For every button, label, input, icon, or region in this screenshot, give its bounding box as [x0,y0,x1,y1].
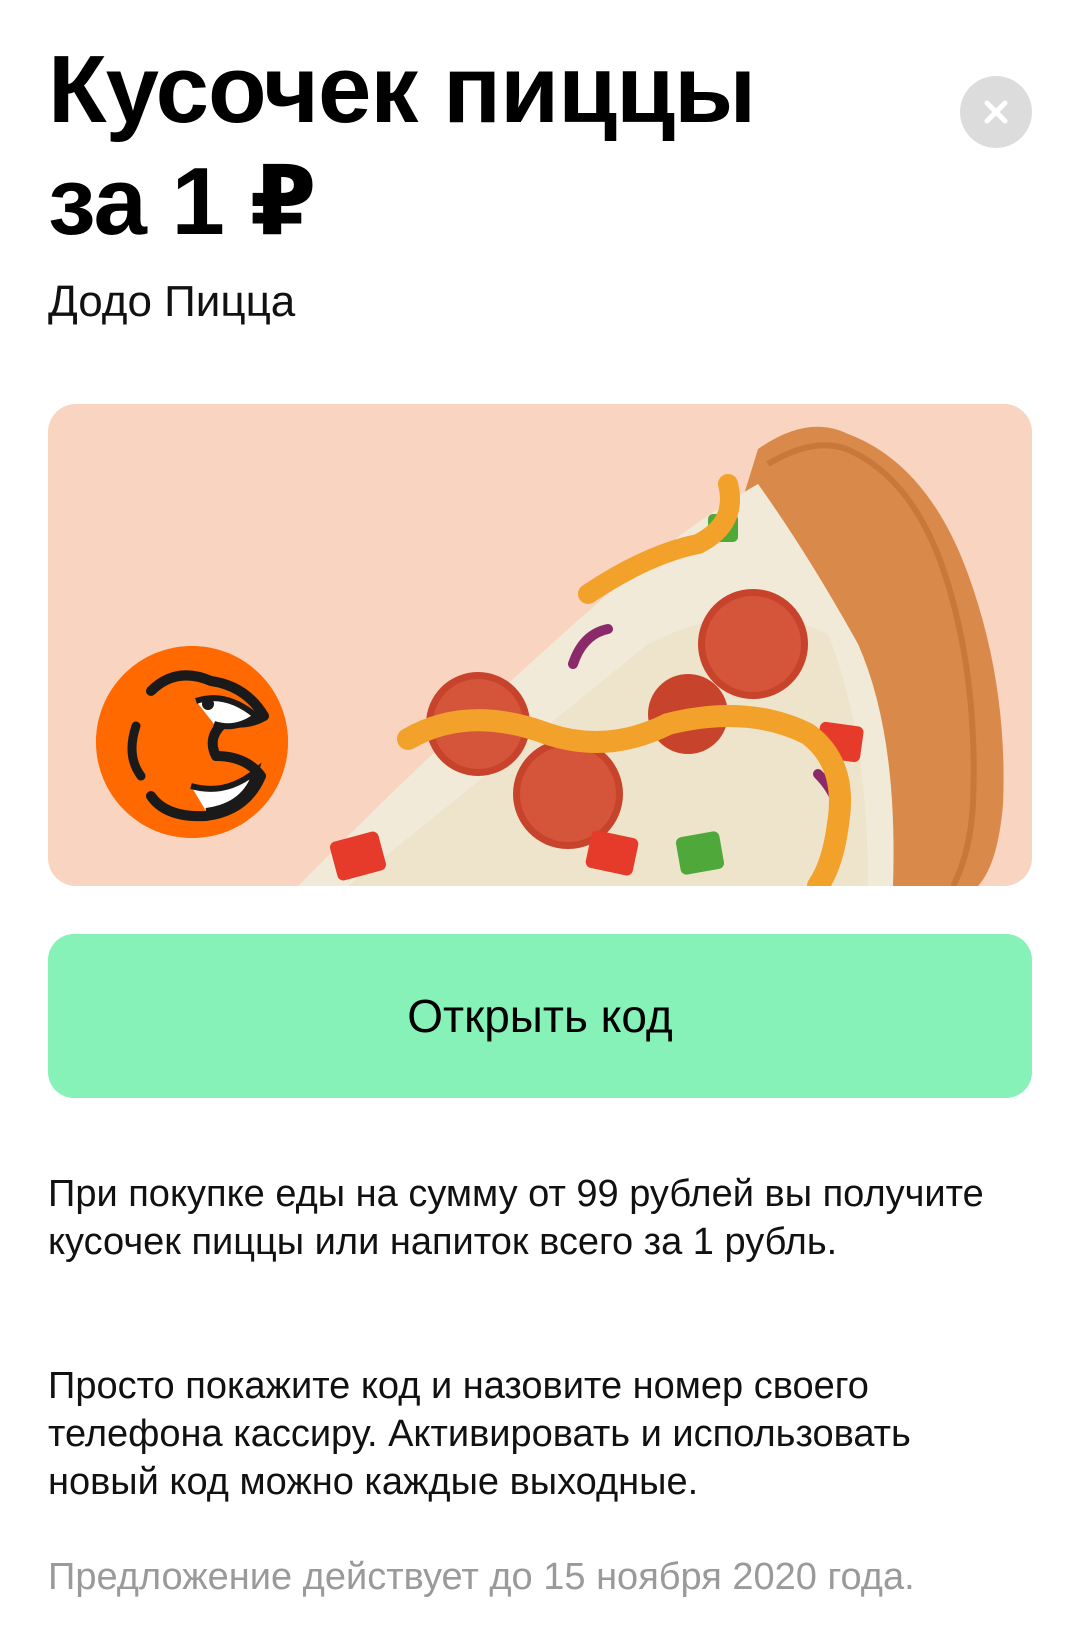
offer-title: Кусочек пиццы за 1 ₽ [48,36,756,255]
offer-validity-note: Предложение действует до 15 ноября 2020 … [48,1556,915,1598]
offer-description-instructions: Просто покажите код и назовите номер сво… [48,1365,911,1503]
close-icon [983,99,1009,125]
dodo-pizza-logo [96,646,288,838]
offer-description-terms: При покупке еды на сумму от 99 рублей вы… [48,1173,984,1263]
offer-banner [48,404,1032,886]
open-code-button[interactable]: Открыть код [48,934,1032,1098]
partner-name: Додо Пицца [48,277,296,326]
offer-sheet: Кусочек пиццы за 1 ₽ Додо Пицца Открыть … [0,0,1080,1626]
close-button[interactable] [960,76,1032,148]
